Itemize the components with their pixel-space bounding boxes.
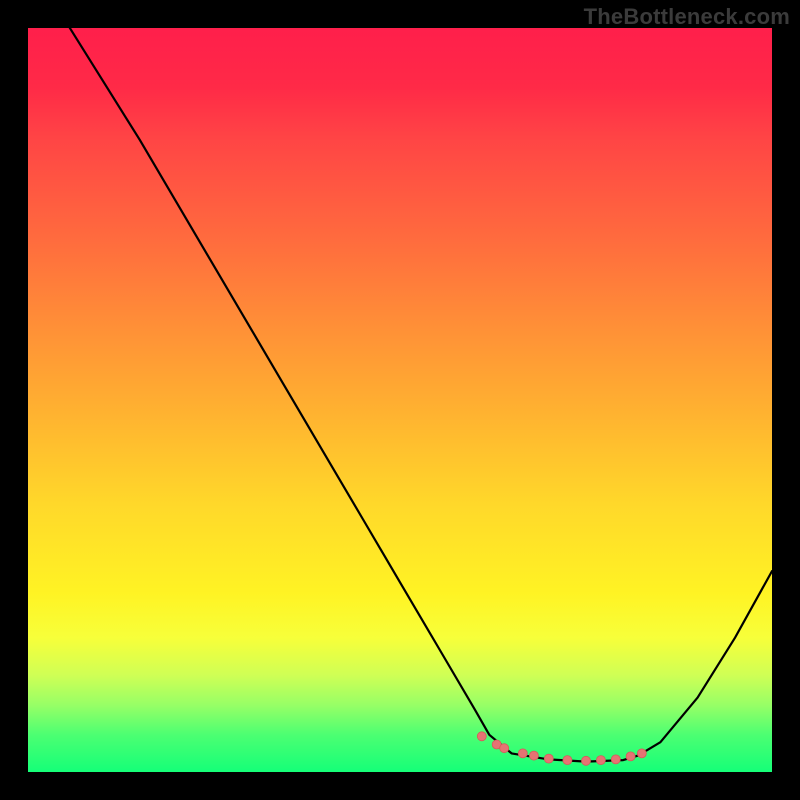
plot-area bbox=[28, 28, 772, 772]
highlight-dot bbox=[500, 744, 509, 753]
highlight-dot bbox=[611, 755, 620, 764]
curve-svg bbox=[28, 28, 772, 772]
highlight-dot bbox=[582, 756, 591, 765]
watermark-text: TheBottleneck.com bbox=[584, 4, 790, 30]
highlight-dot bbox=[563, 756, 572, 765]
highlight-dot bbox=[626, 752, 635, 761]
chart-frame: TheBottleneck.com bbox=[0, 0, 800, 800]
highlight-dot bbox=[637, 749, 646, 758]
highlight-dot bbox=[544, 754, 553, 763]
bottleneck-curve bbox=[28, 0, 772, 762]
highlight-dot bbox=[477, 732, 486, 741]
highlight-dot bbox=[529, 751, 538, 760]
highlight-dot bbox=[596, 756, 605, 765]
highlight-dot bbox=[518, 749, 527, 758]
